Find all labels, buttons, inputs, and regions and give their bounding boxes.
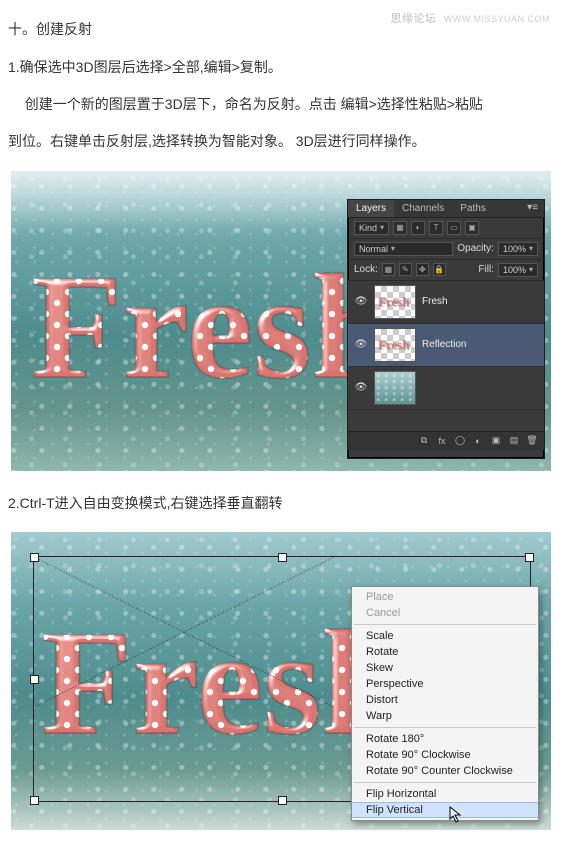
filter-row: Kind ▾ ▦ ◐ T ▭ ▣ (348, 218, 544, 239)
handle-s[interactable] (278, 796, 287, 805)
lock-label: Lock: (354, 264, 378, 275)
ctx-cancel[interactable]: Cancel (352, 605, 538, 621)
lock-all-icon[interactable]: 🔒 (433, 263, 446, 276)
layer-row-background[interactable]: 👁 (348, 367, 544, 410)
handle-w[interactable] (30, 675, 39, 684)
visibility-icon[interactable]: 👁 (354, 339, 368, 350)
step1-line1: 1.确保选中3D图层后选择>全部,编辑>复制。 (8, 53, 554, 82)
fill-label: Fill: (478, 264, 494, 275)
ctx-warp[interactable]: Warp (352, 708, 538, 724)
filter-smart-icon[interactable]: ▣ (465, 221, 479, 235)
ctx-separator (354, 624, 536, 625)
panel-menu-icon[interactable]: ▾≡ (521, 200, 544, 217)
ctx-rotate-90ccw[interactable]: Rotate 90° Counter Clockwise (352, 763, 538, 779)
step1-line3: 到位。右键单击反射层,选择转换为智能对象。 3D层进行同样操作。 (8, 127, 554, 156)
new-layer-icon[interactable]: ▤ (508, 435, 520, 447)
kind-filter[interactable]: Kind ▾ (354, 221, 389, 235)
tab-channels[interactable]: Channels (394, 200, 452, 217)
layers-panel[interactable]: Layers Channels Paths ▾≡ Kind ▾ ▦ ◐ T ▭ … (347, 199, 545, 459)
blend-mode-value: Normal (359, 244, 388, 254)
filter-shape-icon[interactable]: ▭ (447, 221, 461, 235)
fill-value[interactable]: 100% ▾ (498, 263, 538, 277)
ctx-separator (354, 727, 536, 728)
lock-row: Lock: ▦ ✎ ✥ 🔒 Fill: 100% ▾ (348, 260, 544, 281)
layers-panel-tabs: Layers Channels Paths ▾≡ (348, 200, 544, 218)
layer-row-reflection[interactable]: 👁 Fresh Reflection (348, 324, 544, 367)
ctx-rotate-90cw[interactable]: Rotate 90° Clockwise (352, 747, 538, 763)
link-icon[interactable]: ⧉ (418, 435, 430, 447)
tab-paths[interactable]: Paths (452, 200, 494, 217)
fx-icon[interactable]: fx (436, 435, 448, 447)
mask-icon[interactable]: ◯ (454, 435, 466, 447)
kind-label: Kind (359, 223, 377, 233)
lock-pixel-icon[interactable]: ✎ (399, 263, 412, 276)
opacity-label: Opacity: (457, 243, 494, 254)
cursor-icon (449, 806, 463, 824)
visibility-icon[interactable]: 👁 (354, 296, 368, 307)
layer-row-fresh[interactable]: 👁 Fresh Fresh (348, 281, 544, 324)
visibility-icon[interactable]: 👁 (354, 382, 368, 393)
filter-pixel-icon[interactable]: ▦ (393, 221, 407, 235)
folder-icon[interactable]: ▣ (490, 435, 502, 447)
ctx-perspective[interactable]: Perspective (352, 676, 538, 692)
layer-thumb[interactable] (374, 371, 416, 405)
ctx-rotate[interactable]: Rotate (352, 644, 538, 660)
chevron-down-icon: ▾ (529, 244, 533, 253)
ctx-place[interactable]: Place (352, 589, 538, 605)
layer-thumb[interactable]: Fresh (374, 328, 416, 362)
chevron-down-icon: ▾ (391, 244, 395, 253)
opacity-value[interactable]: 100% ▾ (498, 242, 538, 256)
handle-sw[interactable] (30, 796, 39, 805)
ctx-skew[interactable]: Skew (352, 660, 538, 676)
layers-footer: ⧉ fx ◯ ◐ ▣ ▤ 🗑 (348, 431, 544, 450)
transform-diagonals (34, 557, 334, 707)
figure-1: Fresh Layers Channels Paths ▾≡ Kind ▾ ▦ … (11, 171, 551, 471)
adjust-icon[interactable]: ◐ (472, 435, 484, 447)
blend-row: Normal ▾ Opacity: 100% ▾ (348, 239, 544, 260)
fresh-word: Fresh (31, 244, 395, 410)
lock-trans-icon[interactable]: ▦ (382, 263, 395, 276)
blend-mode-select[interactable]: Normal ▾ (354, 242, 453, 256)
ctx-flip-horizontal[interactable]: Flip Horizontal (352, 786, 538, 802)
layers-list: 👁 Fresh Fresh 👁 Fresh Reflection 👁 (348, 281, 544, 431)
ctx-scale[interactable]: Scale (352, 628, 538, 644)
layer-name: Reflection (422, 339, 466, 350)
transform-context-menu[interactable]: Place Cancel Scale Rotate Skew Perspecti… (351, 586, 539, 821)
chevron-down-icon: ▾ (529, 265, 533, 274)
tab-layers[interactable]: Layers (348, 200, 394, 217)
layer-name: Fresh (422, 296, 448, 307)
layer-thumb[interactable]: Fresh (374, 285, 416, 319)
chevron-down-icon: ▾ (380, 223, 384, 232)
figure-2: Fresh Place Cancel Scale Rotate (11, 532, 551, 830)
handle-nw[interactable] (30, 553, 39, 562)
step1-line2: 创建一个新的图层置于3D层下，命名为反射。点击 编辑>选择性粘贴>粘贴 (8, 90, 554, 119)
watermark-url: WWW.MISSYUAN.COM (444, 14, 550, 24)
filter-type-icon[interactable]: T (429, 221, 443, 235)
trash-icon[interactable]: 🗑 (526, 435, 538, 447)
lock-pos-icon[interactable]: ✥ (416, 263, 429, 276)
ctx-flip-vertical[interactable]: Flip Vertical (352, 802, 538, 818)
ctx-rotate-180[interactable]: Rotate 180° (352, 731, 538, 747)
handle-ne[interactable] (525, 553, 534, 562)
handle-n[interactable] (278, 553, 287, 562)
filter-adjust-icon[interactable]: ◐ (411, 221, 425, 235)
ctx-separator (354, 782, 536, 783)
watermark: 思缘论坛 WWW.MISSYUAN.COM (390, 10, 550, 26)
step2: 2.Ctrl-T进入自由变换模式,右键选择垂直翻转 (8, 489, 554, 518)
watermark-site: 思缘论坛 (390, 13, 436, 25)
ctx-distort[interactable]: Distort (352, 692, 538, 708)
